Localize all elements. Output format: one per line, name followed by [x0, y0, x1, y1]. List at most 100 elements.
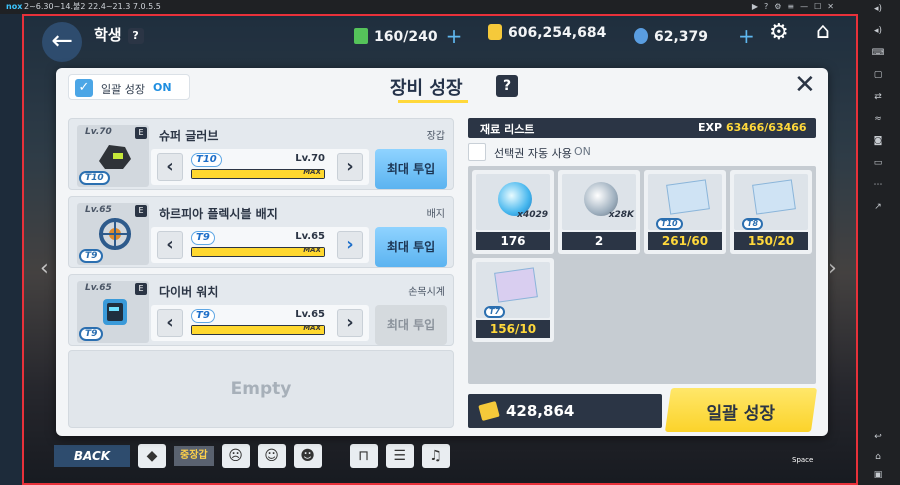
menu-icon[interactable]: ≡: [787, 0, 794, 14]
level-decrease-button[interactable]: ‹: [157, 231, 183, 259]
tier-badge: T10: [656, 218, 683, 230]
exp-value: 63466/63466: [726, 121, 807, 134]
home-nav-icon[interactable]: ⌂: [856, 452, 900, 462]
hud-back-button[interactable]: ←: [42, 22, 82, 62]
max-input-button[interactable]: 최대 투입: [375, 149, 447, 189]
prev-student-arrow[interactable]: ‹: [40, 256, 49, 281]
grade-badge: E: [135, 205, 147, 217]
glove-icon: [99, 145, 131, 169]
tier-badge: T7: [484, 306, 506, 318]
material-item[interactable]: T7 156/10: [472, 258, 554, 342]
screenshot-icon[interactable]: ◙: [856, 136, 900, 146]
tier-badge: T10: [79, 171, 110, 185]
ap-add-button[interactable]: +: [446, 24, 463, 48]
volume-up-icon[interactable]: ◂): [856, 4, 900, 14]
top-hud: ← 학생? 160/240 + 606,254,684 62,379 + ⚙ ⌂: [24, 16, 856, 62]
tier-pill: T9: [191, 231, 215, 245]
help-icon[interactable]: ?: [496, 75, 518, 97]
material-item[interactable]: T10 261/60: [644, 170, 726, 254]
max-input-button[interactable]: 최대 투입: [375, 227, 447, 267]
ap-resource: 160/240 +: [354, 24, 462, 48]
level-control: ‹ T9 Lv.65 MAX ›: [151, 227, 369, 263]
equipment-thumbnail[interactable]: Lv.65 E T9: [77, 203, 149, 265]
exp-label: EXP: [698, 121, 723, 134]
bulk-growth-state: ON: [153, 81, 172, 94]
minimize-icon[interactable]: —: [800, 0, 808, 14]
auto-ticket-state: ON: [574, 145, 591, 158]
tier-badge: T9: [79, 249, 104, 263]
hud-title: 학생?: [94, 24, 144, 45]
nox-logo: nox: [6, 2, 23, 11]
close-icon[interactable]: ✕: [794, 70, 816, 100]
material-item[interactable]: x4029 176: [472, 170, 554, 254]
play-icon[interactable]: ▶: [752, 0, 758, 14]
external-icon[interactable]: ↗: [856, 202, 900, 212]
credit-icon: [478, 400, 500, 422]
settings-icon[interactable]: ⚙: [774, 0, 781, 14]
tier-badge: T9: [79, 327, 104, 341]
level-decrease-button[interactable]: ‹: [157, 309, 183, 337]
keyboard-icon[interactable]: ⌨: [856, 48, 900, 58]
material-item[interactable]: T8 150/20: [730, 170, 812, 254]
equipment-name: 다이버 워치: [159, 285, 219, 299]
material-item[interactable]: x28K 2: [558, 170, 640, 254]
exp-bar: MAX: [191, 246, 325, 257]
space-key-hint: Space: [792, 456, 814, 464]
face-angry-icon: ☹: [221, 444, 250, 468]
material-quantity: x4029: [517, 210, 548, 220]
tier-pill: T10: [191, 153, 222, 167]
checkbox-checked-icon: ✓: [75, 79, 93, 97]
back-nav-icon[interactable]: ↩: [856, 432, 900, 442]
chat-icon[interactable]: ▭: [856, 158, 900, 168]
emulator-title-bar: nox 2~6.30~14.불2 22.4~21.3 7.0.5.5 ▶ ? ⚙…: [0, 0, 900, 14]
emulator-toolbar: ◂) ◂) ⌨ ▢ ⇄ ≈ ◙ ▭ ⋯ ↗ ↩ ⌂ ▣: [856, 0, 900, 485]
gear-icon[interactable]: ⚙: [769, 20, 789, 45]
level-text: Lv.65: [295, 231, 325, 242]
tier-badge: T8: [742, 218, 764, 230]
watch-icon: [103, 299, 127, 325]
material-quantity: x28K: [608, 210, 634, 220]
material-count: 156/10: [476, 320, 550, 338]
voice-icon[interactable]: ♫: [421, 444, 450, 468]
material-count: 2: [562, 232, 636, 250]
volume-down-icon[interactable]: ◂): [856, 26, 900, 36]
equipment-thumbnail[interactable]: Lv.65 E T9: [77, 281, 149, 343]
level-text: Lv.65: [295, 309, 325, 320]
more-icon[interactable]: ⋯: [856, 180, 900, 190]
max-input-button[interactable]: 최대 투입: [375, 305, 447, 345]
equipment-name: 하르피아 플렉시블 배지: [159, 207, 278, 221]
shake-icon[interactable]: ≈: [856, 114, 900, 124]
equipment-row-badge: Lv.65 E T9 하르피아 플렉시블 배지 배지 ‹ T9 Lv.65 MA…: [68, 196, 454, 268]
level-control: ‹ T9 Lv.65 MAX ›: [151, 305, 369, 341]
bulk-growth-toggle[interactable]: ✓ 일괄 성장 ON: [68, 74, 190, 100]
gems-add-button[interactable]: +: [738, 24, 755, 48]
level-increase-button[interactable]: ›: [337, 153, 363, 181]
back-button[interactable]: BACK: [54, 445, 130, 467]
notes-icon[interactable]: ☰: [385, 444, 414, 468]
next-student-arrow[interactable]: ›: [828, 256, 837, 281]
lock-icon[interactable]: ⊓: [349, 444, 378, 468]
rotate-icon[interactable]: ⇄: [856, 92, 900, 102]
recent-nav-icon[interactable]: ▣: [856, 470, 900, 480]
bulk-grow-button[interactable]: 일괄 성장: [664, 388, 818, 432]
close-icon[interactable]: ✕: [827, 0, 834, 14]
bottom-bar: BACK ◆ 중장갑 ☹ ☺ ☻ ⊓ ☰ ♫: [54, 444, 450, 468]
level-increase-button[interactable]: ›: [337, 309, 363, 337]
level-increase-button[interactable]: ›: [337, 231, 363, 259]
tier-pill: T9: [191, 309, 215, 323]
maximize-icon[interactable]: ☐: [814, 0, 821, 14]
equipment-thumbnail[interactable]: Lv.70 E T10: [77, 125, 149, 187]
auto-ticket-label: 선택권 자동 사용: [494, 147, 572, 160]
ap-bolt-icon: [354, 28, 368, 44]
hud-help-icon[interactable]: ?: [127, 28, 144, 44]
credit-icon: [488, 24, 502, 40]
level-control: ‹ T10 Lv.70 MAX ›: [151, 149, 369, 185]
level-decrease-button[interactable]: ‹: [157, 153, 183, 181]
badge-wheel-icon: [99, 218, 131, 250]
materials-title: 재료 리스트: [480, 123, 535, 136]
checkbox-unchecked-icon: [468, 143, 486, 161]
modal-title: 장비 성장: [390, 78, 463, 99]
home-icon[interactable]: ⌂: [816, 19, 830, 44]
screen-icon[interactable]: ▢: [856, 70, 900, 80]
help-icon[interactable]: ?: [764, 0, 768, 14]
